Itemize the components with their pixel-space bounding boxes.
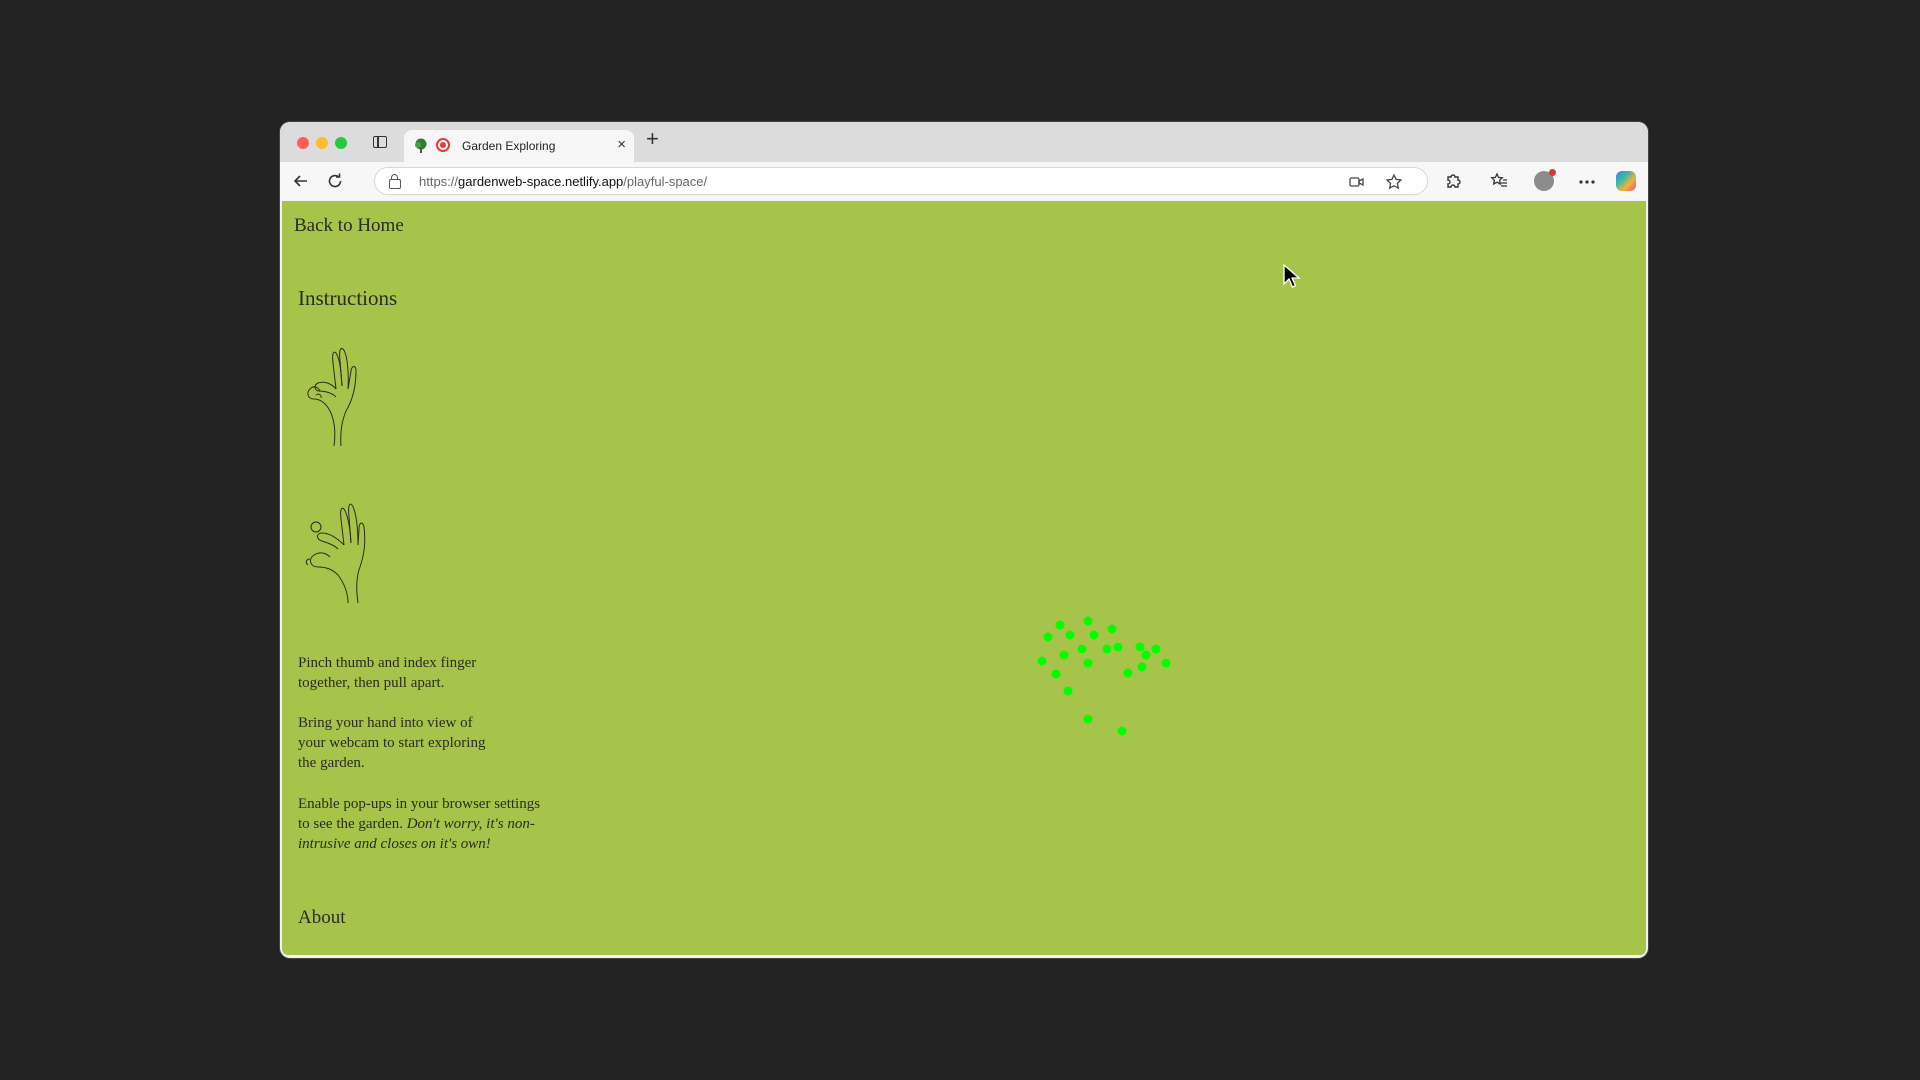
tab-close-button[interactable]: × bbox=[617, 136, 626, 153]
tab-garden-exploring[interactable]: Garden Exploring × bbox=[404, 130, 634, 162]
profile-avatar[interactable] bbox=[1534, 169, 1556, 191]
hand-landmark-dot bbox=[1117, 726, 1127, 736]
hand-landmark-dot bbox=[1055, 620, 1065, 630]
hand-landmark-dot bbox=[1123, 668, 1133, 678]
new-tab-button[interactable]: + bbox=[646, 128, 659, 150]
hand-landmark-dot bbox=[1077, 644, 1087, 654]
hand-landmark-dot bbox=[1135, 642, 1145, 652]
sidebar-toggle-icon[interactable] bbox=[373, 136, 387, 148]
lock-icon[interactable] bbox=[389, 174, 401, 189]
hand-landmark-dot bbox=[1063, 686, 1073, 696]
hand-landmark-dot bbox=[1083, 658, 1093, 668]
address-bar[interactable]: https://gardenweb-space.netlify.app/play… bbox=[374, 167, 1428, 195]
hand-landmark-dot bbox=[1137, 662, 1147, 672]
mouse-cursor-icon bbox=[1283, 264, 1301, 288]
hand-landmark-dot bbox=[1065, 630, 1075, 640]
hand-landmark-dot bbox=[1083, 714, 1093, 724]
maximize-window-button[interactable] bbox=[335, 137, 347, 149]
hand-landmark-dot bbox=[1051, 669, 1061, 679]
more-icon[interactable] bbox=[1578, 179, 1596, 185]
hand-landmark-dot bbox=[1083, 616, 1093, 626]
reload-icon[interactable] bbox=[326, 172, 344, 190]
tab-bar: Garden Exploring × + bbox=[280, 122, 1648, 162]
hand-landmarks bbox=[1037, 616, 1171, 736]
hand-landmark-dot bbox=[1102, 644, 1112, 654]
hand-landmark-dot bbox=[1089, 630, 1099, 640]
hand-landmark-dot bbox=[1113, 642, 1123, 652]
hand-landmark-dot bbox=[1141, 650, 1151, 660]
close-window-button[interactable] bbox=[297, 137, 309, 149]
star-icon[interactable] bbox=[1385, 173, 1403, 191]
browser-toolbar: https://gardenweb-space.netlify.app/play… bbox=[280, 162, 1648, 200]
puzzle-icon[interactable] bbox=[1444, 172, 1462, 190]
arrow-left-icon[interactable] bbox=[292, 172, 310, 190]
favorites-icon[interactable] bbox=[1490, 172, 1508, 190]
minimize-window-button[interactable] bbox=[316, 137, 328, 149]
tab-title: Garden Exploring bbox=[462, 139, 556, 153]
browser-window: Garden Exploring × + https://gardenweb-s… bbox=[280, 122, 1648, 958]
hand-landmark-dot bbox=[1037, 656, 1047, 666]
hand-landmark-dot bbox=[1043, 632, 1053, 642]
camera-icon[interactable] bbox=[1349, 176, 1365, 188]
tree-icon bbox=[415, 138, 427, 153]
recording-indicator-icon bbox=[436, 138, 450, 152]
url-text[interactable]: https://gardenweb-space.netlify.app/play… bbox=[419, 174, 707, 189]
hand-landmark-dot bbox=[1161, 658, 1171, 668]
hand-landmark-dot bbox=[1059, 650, 1069, 660]
hand-landmark-dot bbox=[1151, 644, 1161, 654]
hand-landmark-dot bbox=[1107, 624, 1117, 634]
copilot-icon[interactable] bbox=[1616, 171, 1636, 191]
page-content: Back to Home Instructions Pinch thumb an… bbox=[282, 201, 1646, 955]
